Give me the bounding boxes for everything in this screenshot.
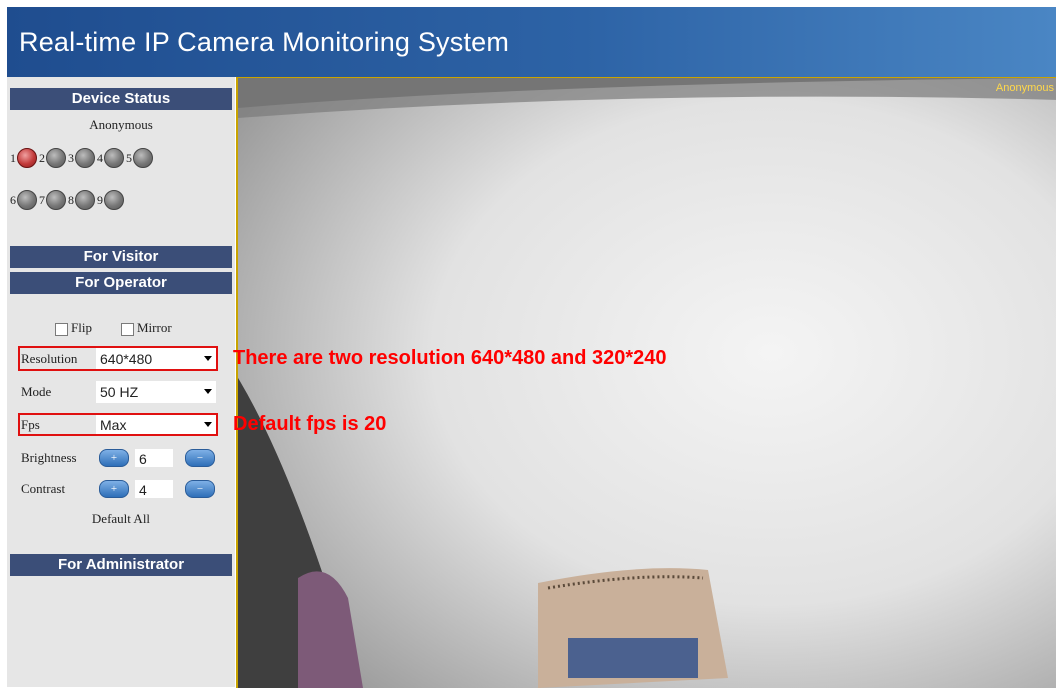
camera-status-led-icon[interactable] (46, 148, 66, 168)
camera-status-led-icon[interactable] (46, 190, 66, 210)
checkbox-icon[interactable] (55, 322, 68, 336)
camera-6-status[interactable]: 6 (10, 190, 37, 210)
contrast-value[interactable]: 4 (135, 480, 173, 498)
camera-status-led-icon[interactable] (104, 190, 124, 210)
camera-number: 4 (97, 150, 103, 165)
contrast-row: Contrast + 4 − (21, 478, 231, 500)
contrast-decrease-button[interactable]: − (185, 480, 215, 498)
brightness-label: Brightness (21, 450, 77, 465)
camera-status-led-icon[interactable] (133, 148, 153, 168)
camera-number: 8 (68, 192, 74, 207)
camera-number: 1 (10, 150, 16, 165)
camera-5-status[interactable]: 5 (126, 148, 153, 168)
sidebar: Device Status Anonymous 1 2 3 4 5 6 7 8 9 For V… (7, 77, 235, 687)
fps-annotation: Default fps is 20 (233, 413, 387, 435)
device-status-heading[interactable]: Device Status (10, 88, 232, 110)
brightness-increase-button[interactable]: + (99, 449, 129, 467)
contrast-increase-button[interactable]: + (99, 480, 129, 498)
camera-number: 3 (68, 150, 74, 165)
contrast-label: Contrast (21, 481, 66, 496)
camera-status-led-icon[interactable] (75, 148, 95, 168)
camera-7-status[interactable]: 7 (39, 190, 66, 210)
camera-2-status[interactable]: 2 (39, 148, 66, 168)
camera-number: 2 (39, 150, 45, 165)
resolution-annotation: There are two resolution 640*480 and 320… (233, 347, 667, 369)
mirror-checkbox[interactable]: Mirror (121, 320, 172, 336)
fps-highlight (18, 413, 218, 436)
mode-label: Mode (21, 384, 52, 399)
camera-number: 9 (97, 192, 103, 207)
for-visitor-heading[interactable]: For Visitor (10, 246, 232, 268)
plus-icon: + (110, 452, 118, 464)
video-user-overlay: Anonymous (995, 82, 1054, 94)
camera-status-led-icon[interactable] (104, 148, 124, 168)
camera-status-led-icon[interactable] (75, 190, 95, 210)
camera-1-status[interactable]: 1 (10, 148, 37, 168)
mode-row: Mode 50 HZ (21, 381, 221, 403)
for-administrator-heading[interactable]: For Administrator (10, 554, 232, 576)
resolution-highlight (18, 346, 218, 371)
flip-checkbox[interactable]: Flip (55, 320, 92, 336)
mode-value: 50 HZ (100, 384, 139, 400)
brightness-decrease-button[interactable]: − (185, 449, 215, 467)
plus-icon: + (110, 483, 118, 495)
brightness-value[interactable]: 6 (135, 449, 173, 467)
chevron-down-icon[interactable] (204, 389, 212, 394)
app-title: Real-time IP Camera Monitoring System (19, 27, 510, 57)
camera-number: 7 (39, 192, 45, 207)
camera-number: 6 (10, 192, 16, 207)
for-operator-heading[interactable]: For Operator (10, 272, 232, 294)
mirror-label: Mirror (137, 320, 172, 335)
camera-3-status[interactable]: 3 (68, 148, 95, 168)
default-all-link[interactable]: Default All (7, 511, 235, 527)
flip-label: Flip (71, 320, 92, 335)
minus-icon: − (196, 483, 204, 495)
camera-status-led-icon[interactable] (17, 148, 37, 168)
mode-select[interactable]: 50 HZ (96, 381, 216, 403)
camera-8-status[interactable]: 8 (68, 190, 95, 210)
camera-4-status[interactable]: 4 (97, 148, 124, 168)
video-frame (238, 78, 1056, 688)
camera-status-row: 6 7 8 9 (10, 190, 126, 210)
current-user: Anonymous (89, 117, 153, 132)
camera-9-status[interactable]: 9 (97, 190, 124, 210)
minus-icon: − (196, 452, 204, 464)
camera-video-feed[interactable]: Anonymous (236, 77, 1056, 688)
brightness-row: Brightness + 6 − (21, 447, 231, 469)
camera-status-led-icon[interactable] (17, 190, 37, 210)
checkbox-icon[interactable] (121, 322, 134, 336)
camera-number: 5 (126, 150, 132, 165)
app-header: Real-time IP Camera Monitoring System (7, 7, 1056, 77)
camera-status-row: 1 2 3 4 5 (10, 148, 155, 168)
